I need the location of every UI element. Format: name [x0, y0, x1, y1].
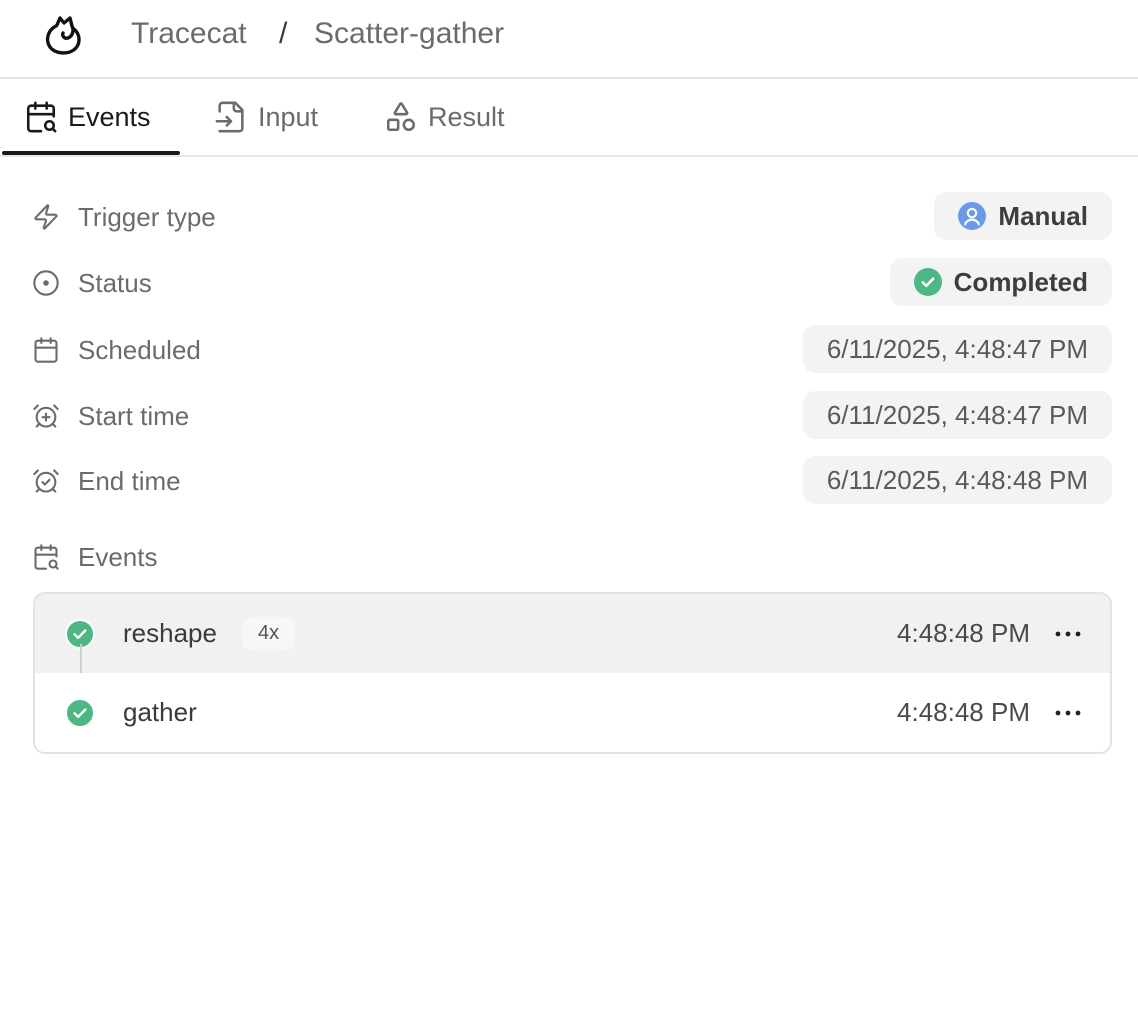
trigger-type-value: Manual [998, 200, 1088, 231]
calendar-search-icon [26, 101, 57, 133]
end-time-value: 6/11/2025, 4:48:48 PM [802, 456, 1112, 504]
scheduled-row: Scheduled 6/11/2025, 4:48:47 PM [32, 325, 1112, 375]
status-badge: Completed [889, 258, 1112, 306]
status-label: Status [78, 267, 152, 298]
check-circle-icon [65, 697, 95, 728]
event-time: 4:48:48 PM [897, 697, 1030, 727]
trigger-type-row: Trigger type Manual [32, 192, 1112, 242]
alarm-check-icon [33, 469, 59, 493]
header-bar: Tracecat / Scatter-gather [0, 0, 1138, 79]
events-section-label: Events [78, 541, 158, 572]
trigger-type-label: Trigger type [78, 201, 216, 232]
tracecat-logo-icon[interactable] [40, 12, 88, 60]
tab-result[interactable]: Result [384, 79, 505, 155]
tab-events-label: Events [68, 101, 151, 132]
end-time-label: End time [78, 465, 181, 496]
more-horizontal-icon[interactable] [1050, 695, 1086, 731]
end-time-row: End time 6/11/2025, 4:48:48 PM [32, 456, 1112, 506]
tab-input[interactable]: Input [214, 79, 318, 155]
tab-events[interactable]: Events [24, 79, 151, 155]
event-name: reshape [123, 618, 217, 648]
alarm-plus-icon [33, 404, 59, 428]
calendar-search-icon [34, 544, 59, 570]
calendar-icon [34, 337, 58, 363]
shapes-icon [386, 102, 416, 132]
more-horizontal-icon[interactable] [1050, 616, 1086, 652]
event-row-gather[interactable]: gather 4:48:48 PM [35, 673, 1110, 752]
event-name: gather [123, 697, 197, 727]
start-time-value: 6/11/2025, 4:48:47 PM [802, 391, 1112, 439]
breadcrumb-page[interactable]: Scatter-gather [314, 14, 504, 54]
circle-dot-icon [33, 270, 59, 296]
events-section-header: Events [32, 532, 1112, 582]
scheduled-label: Scheduled [78, 334, 201, 365]
breadcrumb-app[interactable]: Tracecat [131, 14, 247, 54]
tab-input-label: Input [258, 101, 319, 132]
event-count-badge: 4x [242, 616, 296, 651]
tab-result-label: Result [428, 101, 505, 132]
breadcrumb-separator: / [279, 17, 288, 50]
event-time: 4:48:48 PM [897, 618, 1030, 648]
status-row: Status Completed [32, 258, 1112, 308]
scheduled-value: 6/11/2025, 4:48:47 PM [802, 325, 1112, 373]
event-row-reshape[interactable]: reshape 4x 4:48:48 PM [35, 594, 1110, 673]
zap-icon [34, 204, 58, 230]
status-value: Completed [953, 266, 1088, 297]
active-tab-indicator [2, 151, 180, 155]
check-circle-icon [913, 268, 942, 296]
events-list: reshape 4x 4:48:48 PM gather 4:48:48 PM [33, 592, 1112, 754]
start-time-row: Start time 6/11/2025, 4:48:47 PM [32, 391, 1112, 441]
tab-bar: Events Input Result [0, 79, 1138, 157]
start-time-label: Start time [78, 400, 190, 431]
trigger-type-badge: Manual [934, 192, 1112, 240]
file-input-icon [215, 101, 244, 133]
user-icon [958, 202, 987, 230]
